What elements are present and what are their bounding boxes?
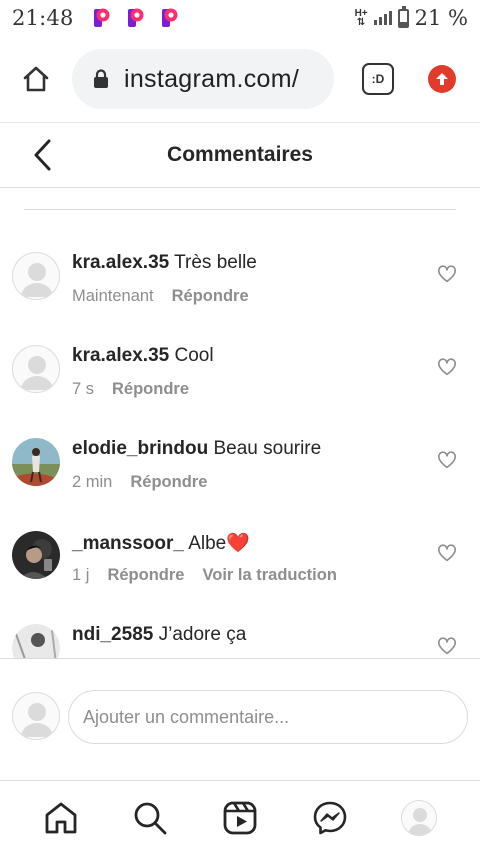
battery-icon (397, 5, 409, 28)
like-heart-icon[interactable] (437, 544, 457, 562)
p-app-icon (160, 8, 180, 28)
comments-divider (0, 658, 480, 659)
update-button[interactable] (428, 65, 456, 93)
reply-button[interactable]: Répondre (112, 380, 189, 399)
nav-reels-button[interactable] (218, 796, 262, 840)
comment-text: Beau sourire (213, 438, 322, 459)
update-arrow-icon (436, 73, 448, 85)
chevron-left-icon (34, 139, 51, 171)
reply-button[interactable]: Répondre (130, 473, 207, 492)
search-icon (134, 802, 167, 834)
comment-time: 1 j (72, 566, 90, 584)
nav-home-button[interactable] (39, 796, 83, 840)
nav-messenger-button[interactable] (308, 796, 352, 840)
comment-text-line: elodie_brindou Beau sourire (72, 438, 321, 460)
page-header: Commentaires (0, 122, 480, 188)
bottom-nav (0, 780, 480, 854)
status-time: 21:48 (12, 6, 74, 30)
like-heart-icon[interactable] (437, 637, 457, 655)
comment-text-line: kra.alex.35 Cool (72, 345, 214, 367)
page-title: Commentaires (167, 143, 313, 166)
profile-avatar (401, 799, 438, 836)
home-icon (45, 802, 77, 833)
address-bar[interactable]: instagram.com/ (72, 49, 334, 109)
tabs-button[interactable]: :D (362, 63, 394, 95)
comments-list[interactable]: kra.alex.35 Très belle Maintenant Répond… (0, 230, 480, 658)
like-heart-icon[interactable] (437, 451, 457, 469)
photo-avatar[interactable] (12, 624, 60, 658)
comment-item: elodie_brindou Beau sourire 2 min Répond… (0, 416, 480, 509)
add-comment-input[interactable] (68, 690, 468, 744)
default-avatar[interactable] (12, 345, 60, 393)
status-indicators: H+ ⇅ 21 % (354, 5, 468, 30)
photo-avatar[interactable] (12, 531, 60, 579)
comment-text: Cool (174, 345, 214, 366)
status-bar: 21:48 H+ ⇅ 21 % (0, 0, 480, 36)
comment-text-line: _manssoor_ Albe❤️ (72, 531, 250, 555)
like-heart-icon[interactable] (437, 265, 457, 283)
comment-item: _manssoor_ Albe❤️ 1 j Répondre Voir la t… (0, 509, 480, 602)
battery-fill (399, 22, 407, 26)
add-comment-bar (0, 660, 480, 780)
comment-text: Très belle (174, 252, 257, 273)
see-translation-button[interactable]: Voir la traduction (202, 566, 336, 585)
comment-username[interactable]: kra.alex.35 (72, 345, 169, 366)
photo-avatar[interactable] (12, 438, 60, 486)
current-user-avatar (12, 692, 60, 740)
home-icon (23, 66, 49, 92)
comment-meta: 7 s Répondre (72, 380, 189, 399)
comment-username[interactable]: _manssoor_ (72, 533, 184, 554)
caption-divider (24, 209, 456, 210)
network-type-icon: H+ ⇅ (354, 8, 368, 28)
comment-item: kra.alex.35 Cool 7 s Répondre (0, 323, 480, 416)
comment-text-line: ndi_2585 J’adore ça (72, 624, 246, 646)
comment-text-line: kra.alex.35 Très belle (72, 252, 257, 274)
nav-profile-button[interactable] (397, 796, 441, 840)
comment-time: Maintenant (72, 287, 154, 305)
lock-icon (94, 69, 108, 88)
reply-button[interactable]: Répondre (172, 287, 249, 306)
signal-icon (373, 11, 392, 25)
comment-item: kra.alex.35 Très belle Maintenant Répond… (0, 230, 480, 323)
default-avatar[interactable] (12, 252, 60, 300)
comment-username[interactable]: elodie_brindou (72, 438, 208, 459)
notification-icons (92, 8, 180, 28)
battery-percent: 21 % (414, 6, 468, 30)
browser-toolbar: instagram.com/ :D (0, 36, 480, 122)
reply-button[interactable]: Répondre (107, 566, 184, 585)
comment-meta: 1 j Répondre Voir la traduction (72, 566, 337, 585)
browser-home-button[interactable] (14, 57, 58, 101)
reels-icon (223, 801, 257, 834)
comment-text: Albe❤️ (188, 533, 250, 554)
comment-meta: 2 min Répondre (72, 473, 207, 492)
comment-text: J’adore ça (158, 624, 247, 645)
comment-time: 7 s (72, 380, 95, 398)
p-app-icon (92, 8, 112, 28)
comment-username[interactable]: kra.alex.35 (72, 252, 169, 273)
comment-username[interactable]: ndi_2585 (72, 624, 153, 645)
like-heart-icon[interactable] (437, 358, 457, 376)
comment-time: 2 min (72, 473, 113, 491)
comment-meta: Maintenant Répondre (72, 287, 249, 306)
p-app-icon (126, 8, 146, 28)
back-button[interactable] (26, 137, 58, 173)
url-text: instagram.com/ (124, 64, 300, 93)
messenger-icon (313, 801, 346, 834)
nav-search-button[interactable] (128, 796, 172, 840)
comment-item: ndi_2585 J’adore ça (0, 602, 480, 658)
